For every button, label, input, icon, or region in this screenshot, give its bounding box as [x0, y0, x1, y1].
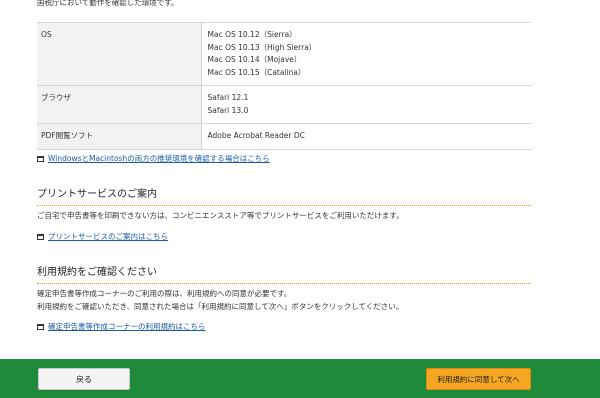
window-icon: [37, 233, 44, 240]
window-icon: [37, 323, 44, 330]
agree-next-button[interactable]: 利用規約に同意して次へ: [426, 368, 531, 390]
row-value-os: Mac OS 10.12（Sierra） Mac OS 10.13（High S…: [201, 22, 531, 86]
terms-section-title: 利用規約をご確認ください: [37, 263, 531, 284]
row-value-pdf: Adobe Acrobat Reader DC: [201, 123, 531, 150]
row-value-browser: Safari 12.1 Safari 13.0: [201, 85, 531, 124]
terms-text-line2: 利用規約をご確認いただき、同意された場合は「利用規約に同意して次へ」ボタンをクリ…: [37, 302, 404, 311]
row-label-pdf: PDF閲覧ソフト: [37, 123, 202, 150]
terms-text-line1: 確定申告書等作成コーナーのご利用の際は、利用規約への同意が必要です。: [37, 289, 292, 298]
row-label-browser: ブラウザ: [37, 85, 202, 124]
browser-value: Safari 12.1: [207, 93, 249, 102]
print-section-text: ご自宅で申告書等を印刷できない方は、コンビニエンスストア等でプリントサービスをご…: [37, 211, 404, 220]
window-icon: [37, 155, 44, 162]
table-row: ブラウザ Safari 12.1 Safari 13.0: [37, 85, 531, 124]
back-button[interactable]: 戻る: [38, 368, 130, 390]
print-service-link-label: プリントサービスのご案内はこちら: [48, 232, 168, 241]
print-section-title: プリントサービスのご案内: [37, 185, 531, 206]
pdf-value: Adobe Acrobat Reader DC: [207, 131, 305, 140]
table-row: PDF閲覧ソフト Adobe Acrobat Reader DC: [37, 123, 531, 150]
table-row: OS Mac OS 10.12（Sierra） Mac OS 10.13（Hig…: [37, 22, 531, 86]
print-service-link[interactable]: プリントサービスのご案内はこちら: [37, 231, 168, 242]
recommended-env-link-label: WindowsとMacintoshの両方の推奨環境を確認する場合はこちら: [48, 154, 270, 163]
browser-value: Safari 13.0: [207, 105, 249, 115]
environment-table: OS Mac OS 10.12（Sierra） Mac OS 10.13（Hig…: [37, 22, 531, 150]
intro-text: 国税庁において動作を確認した環境です。: [37, 0, 179, 7]
os-value: Mac OS 10.15（Catalina）: [207, 67, 306, 77]
terms-link[interactable]: 確定申告書等作成コーナーの利用規約はこちら: [37, 321, 206, 332]
os-value: Mac OS 10.14（Mojave）: [207, 55, 302, 64]
os-value: Mac OS 10.13（High Sierra）: [207, 42, 317, 52]
terms-link-label: 確定申告書等作成コーナーの利用規約はこちら: [48, 322, 206, 331]
os-value: Mac OS 10.12（Sierra）: [207, 30, 297, 39]
recommended-env-link[interactable]: WindowsとMacintoshの両方の推奨環境を確認する場合はこちら: [37, 153, 270, 164]
row-label-os: OS: [37, 22, 202, 86]
